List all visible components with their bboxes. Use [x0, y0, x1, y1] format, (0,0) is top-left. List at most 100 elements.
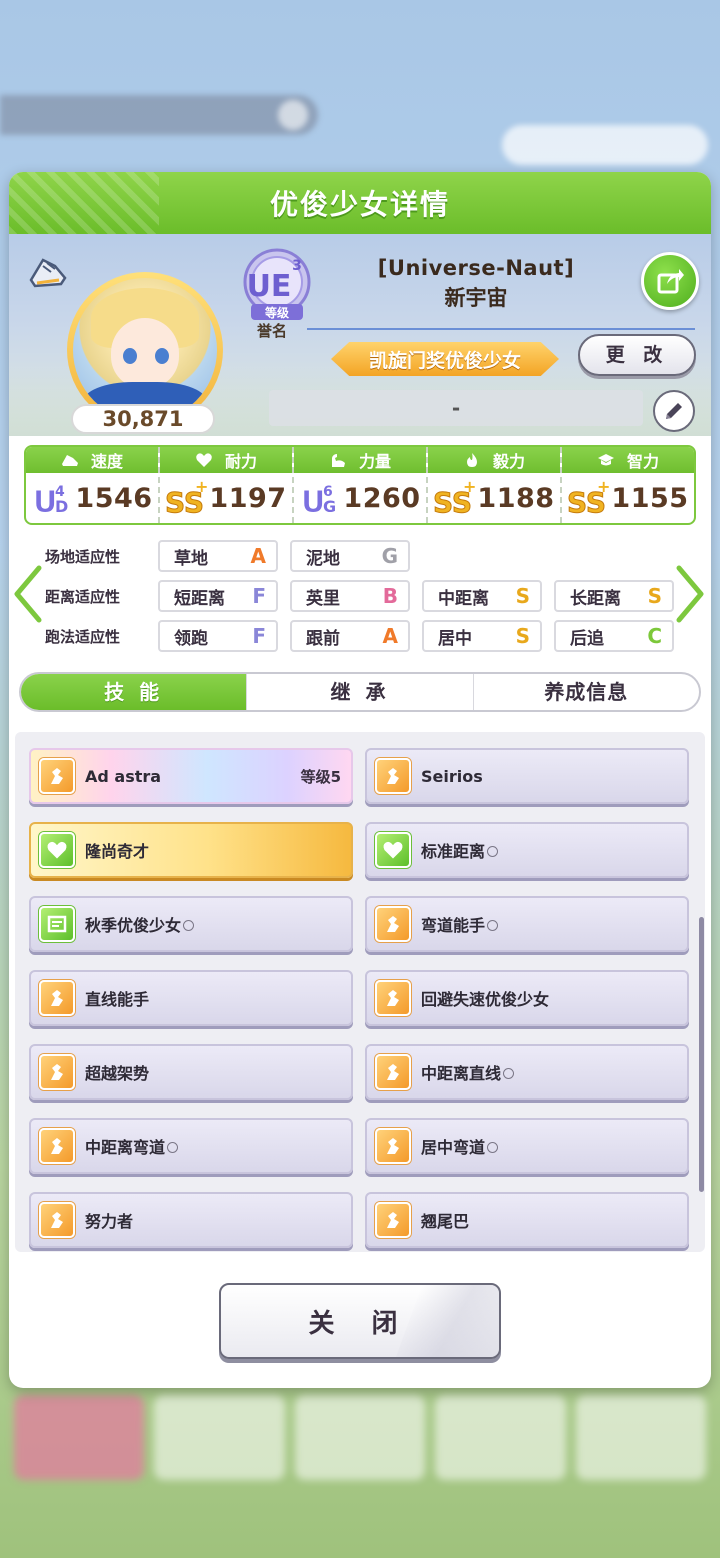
aptitude-grade: B: [382, 584, 398, 608]
dialog-title: 优俊少女详情: [269, 188, 450, 221]
grade-ss-plus-icon: SS +: [567, 478, 609, 518]
skill-name: 翘尾巴: [421, 1212, 470, 1231]
tab-inheritance[interactable]: 继 承: [247, 674, 474, 710]
tab-skills[interactable]: 技 能: [21, 674, 248, 710]
skill-name: 超越架势: [85, 1064, 150, 1083]
skill-item[interactable]: 超越架势: [29, 1044, 353, 1100]
aptitude-style-row: 跑法适应性 领跑 F 跟前 A 居中 S 后追 C: [9, 620, 711, 652]
stat-stamina: 耐力 SS + 1197: [160, 447, 294, 523]
change-title-button[interactable]: 更 改: [578, 334, 696, 376]
skill-item[interactable]: 努力者: [29, 1192, 353, 1248]
aptitude-cell: 后追 C: [554, 620, 674, 652]
skill-item[interactable]: 标准距离: [365, 822, 689, 878]
skill-item[interactable]: Ad astra 等级5: [29, 748, 353, 804]
horseshoe-icon: [29, 258, 67, 288]
stat-value: 1546: [75, 482, 153, 514]
skill-icon: [39, 1054, 75, 1090]
grade-ud-icon: U 4 D: [33, 484, 69, 518]
grade-ss-plus-icon: SS +: [433, 478, 475, 518]
aptitude-grade: S: [515, 624, 530, 648]
aptitude-cell: 领跑 F: [158, 620, 278, 652]
skill-icon: [39, 1202, 75, 1238]
aptitude-cell: 中距离 S: [422, 580, 542, 612]
stat-power: 力量 U 6 G 1260: [294, 447, 428, 523]
svg-text:D: D: [55, 497, 68, 516]
rank-badge-sub: 等级: [264, 305, 289, 320]
skill-name: 直线能手: [85, 990, 150, 1009]
aptitude-label: 距离适应性: [45, 588, 121, 606]
skill-item[interactable]: 秋季优俊少女: [29, 896, 353, 952]
skills-list[interactable]: Ad astra 等级5 Seirios 隆尚奇才 标准距离 秋季优俊少女 弯道…: [15, 732, 705, 1252]
aptitude-cell: 泥地 G: [290, 540, 410, 572]
comment-field: -: [269, 390, 643, 426]
skill-name: Ad astra: [85, 766, 162, 786]
aptitude-track-row: 场地适应性 草地 A 泥地 G: [9, 540, 711, 572]
stat-value: 1197: [209, 482, 287, 514]
aptitude-cell: 英里 B: [290, 580, 410, 612]
aptitude-cell: 草地 A: [158, 540, 278, 572]
stat-value: 1188: [477, 482, 555, 514]
muscle-icon: [331, 454, 345, 467]
horse-name: 新宇宙: [444, 286, 508, 310]
skill-icon: [39, 1128, 75, 1164]
aptitude-name: 长距离: [570, 588, 621, 609]
trainer-tag: [Universe-Naut]: [377, 256, 575, 280]
aptitude-grade: F: [252, 584, 266, 608]
pencil-icon: [666, 403, 682, 419]
shoe-icon: [61, 455, 78, 466]
aptitude-name: 英里: [306, 588, 340, 609]
skill-name: 中距离直线: [421, 1060, 677, 1084]
skill-item[interactable]: 翘尾巴: [365, 1192, 689, 1248]
detail-tabs: 技 能 继 承 养成信息: [19, 672, 701, 712]
aptitude-cell: 长距离 S: [554, 580, 674, 612]
stat-label: 毅力: [492, 452, 525, 471]
skill-name: 回避失速优俊少女: [421, 990, 550, 1009]
skill-name: 隆尚奇才: [85, 842, 150, 861]
background-button-right: [502, 125, 708, 165]
tab-training-info[interactable]: 养成信息: [474, 674, 699, 710]
heart-icon: [196, 453, 212, 467]
skill-item[interactable]: 居中弯道: [365, 1118, 689, 1174]
rank-badge-main: UE: [247, 269, 292, 304]
stat-label: 速度: [90, 452, 123, 471]
skill-name: 居中弯道: [421, 1134, 677, 1158]
skill-item[interactable]: 中距离直线: [365, 1044, 689, 1100]
skills-scrollbar[interactable]: [699, 917, 704, 1192]
profile-section: 30,871 UE 3 等级 誉名 [Universe-Naut] 新宇宙 凯旋…: [9, 234, 711, 436]
aptitude-name: 后追: [570, 628, 604, 649]
skill-item[interactable]: Seirios: [365, 748, 689, 804]
dialog-header: 优俊少女详情: [9, 172, 711, 234]
stats-panel: 速度 U 4 D 1546 耐力 SS + 1197: [24, 445, 696, 525]
aptitude-name: 中距离: [438, 588, 489, 609]
aptitude-label: 场地适应性: [45, 548, 121, 566]
aptitude-grade: C: [647, 624, 662, 648]
skill-icon: [375, 1128, 411, 1164]
aptitude-name: 泥地: [306, 548, 340, 569]
aptitude-name: 居中: [438, 628, 472, 649]
close-button[interactable]: 关 闭: [219, 1283, 501, 1359]
aptitude-distance-row: 距离适应性 短距离 F 英里 B 中距离 S 长距离 S: [9, 580, 711, 612]
name-block: [Universe-Naut] 新宇宙: [309, 256, 643, 312]
stat-speed: 速度 U 4 D 1546: [26, 447, 160, 523]
skill-name: 标准距离: [421, 838, 677, 862]
title-ribbon: 凯旋门奖优俊少女: [331, 342, 559, 376]
skill-item[interactable]: 弯道能手: [365, 896, 689, 952]
share-button[interactable]: [641, 252, 699, 310]
skill-level: 等级5: [300, 767, 341, 786]
aptitude-grade: G: [381, 544, 398, 568]
skill-item[interactable]: 隆尚奇才: [29, 822, 353, 878]
skill-icon: [375, 906, 411, 942]
aptitude-label: 跑法适应性: [45, 628, 121, 646]
aptitude-grade: A: [250, 544, 266, 568]
skill-icon: [375, 1054, 411, 1090]
rank-badge-level: 3: [292, 258, 302, 274]
skill-item[interactable]: 回避失速优俊少女: [365, 970, 689, 1026]
background-banner-left: [0, 95, 318, 135]
skill-item[interactable]: 中距离弯道: [29, 1118, 353, 1174]
edit-comment-button[interactable]: [653, 390, 695, 432]
horse-detail-dialog: 优俊少女详情 30,871 UE 3 等级 誉名 [Universe-Naut]…: [9, 172, 711, 1388]
skill-icon: [39, 906, 75, 942]
aptitude-name: 草地: [174, 548, 208, 569]
skill-item[interactable]: 直线能手: [29, 970, 353, 1026]
svg-text:U: U: [33, 485, 57, 518]
